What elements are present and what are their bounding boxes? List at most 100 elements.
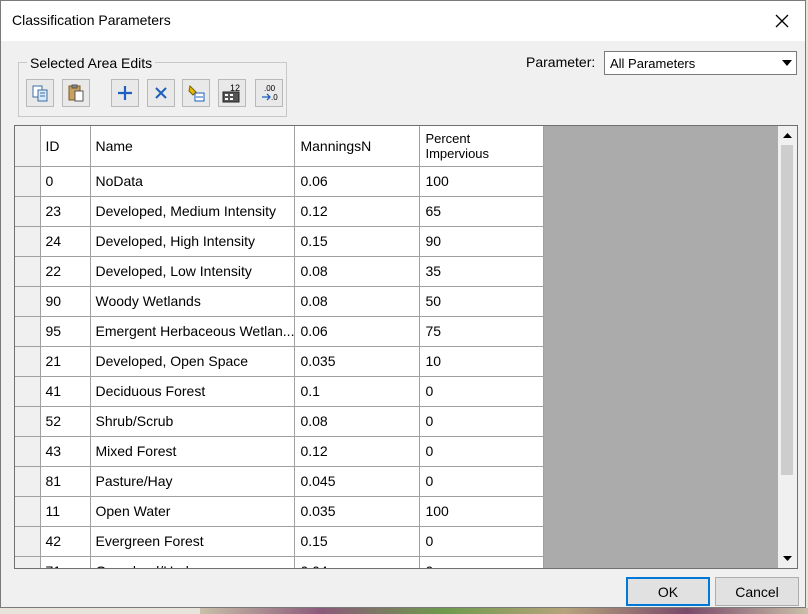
table-row[interactable]: 81 Pasture/Hay 0.045 0 — [15, 466, 545, 497]
scroll-down-button[interactable] — [778, 549, 797, 568]
cell-manningsn[interactable]: 0.08 — [294, 256, 421, 287]
cell-percent-impervious[interactable]: 65 — [419, 196, 545, 227]
column-header-manningsn[interactable]: ManningsN — [294, 126, 421, 167]
cell-manningsn[interactable]: 0.04 — [294, 556, 421, 568]
cell-name[interactable]: Woody Wetlands — [90, 286, 296, 317]
row-selector[interactable] — [15, 196, 41, 227]
add-row-button[interactable] — [111, 79, 139, 107]
cell-percent-impervious[interactable]: 0 — [419, 436, 545, 467]
cell-manningsn[interactable]: 0.08 — [294, 286, 421, 317]
cell-name[interactable]: NoData — [90, 166, 296, 197]
copy-button[interactable] — [26, 79, 54, 107]
cell-percent-impervious[interactable]: 35 — [419, 256, 545, 287]
scroll-thumb[interactable] — [781, 145, 793, 475]
row-selector[interactable] — [15, 466, 41, 497]
row-selector[interactable] — [15, 436, 41, 467]
cell-manningsn[interactable]: 0.15 — [294, 526, 421, 557]
cell-manningsn[interactable]: 0.045 — [294, 466, 421, 497]
column-header-name[interactable]: Name — [90, 126, 296, 167]
cell-manningsn[interactable]: 0.1 — [294, 376, 421, 407]
parameter-dropdown[interactable]: All Parameters — [604, 51, 797, 75]
cell-name[interactable]: Evergreen Forest — [90, 526, 296, 557]
cell-manningsn[interactable]: 0.06 — [294, 316, 421, 347]
cell-manningsn[interactable]: 0.12 — [294, 436, 421, 467]
cell-percent-impervious[interactable]: 0 — [419, 466, 545, 497]
table-row[interactable]: 11 Open Water 0.035 100 — [15, 496, 545, 527]
header-row-selector[interactable] — [15, 126, 41, 167]
cell-percent-impervious[interactable]: 0 — [419, 376, 545, 407]
cell-percent-impervious[interactable]: 50 — [419, 286, 545, 317]
table-row[interactable]: 22 Developed, Low Intensity 0.08 35 — [15, 256, 545, 287]
decimal-places-button[interactable]: .00 .0 — [255, 79, 283, 107]
table-row[interactable]: 24 Developed, High Intensity 0.15 90 — [15, 226, 545, 257]
cell-id[interactable]: 95 — [40, 316, 91, 347]
cell-id[interactable]: 42 — [40, 526, 91, 557]
cell-name[interactable]: Open Water — [90, 496, 296, 527]
row-selector[interactable] — [15, 346, 41, 377]
table-row[interactable]: 52 Shrub/Scrub 0.08 0 — [15, 406, 545, 437]
cell-manningsn[interactable]: 0.035 — [294, 346, 421, 377]
table-row[interactable]: 0 NoData 0.06 100 — [15, 166, 545, 197]
table-row[interactable]: 41 Deciduous Forest 0.1 0 — [15, 376, 545, 407]
row-selector[interactable] — [15, 166, 41, 197]
cell-percent-impervious[interactable]: 0 — [419, 526, 545, 557]
cell-percent-impervious[interactable]: 0 — [419, 556, 545, 568]
cell-percent-impervious[interactable]: 0 — [419, 406, 545, 437]
table-row[interactable]: 90 Woody Wetlands 0.08 50 — [15, 286, 545, 317]
title-bar[interactable]: Classification Parameters — [1, 1, 805, 41]
fill-values-button[interactable] — [182, 79, 210, 107]
cell-manningsn[interactable]: 0.12 — [294, 196, 421, 227]
row-selector[interactable] — [15, 286, 41, 317]
column-header-id[interactable]: ID — [40, 126, 91, 167]
vertical-scrollbar[interactable] — [778, 126, 797, 568]
table-row[interactable]: 21 Developed, Open Space 0.035 10 — [15, 346, 545, 377]
table-row[interactable]: 95 Emergent Herbaceous Wetlan... 0.06 75 — [15, 316, 545, 347]
cell-id[interactable]: 22 — [40, 256, 91, 287]
cell-id[interactable]: 52 — [40, 406, 91, 437]
cell-name[interactable]: Mixed Forest — [90, 436, 296, 467]
table-row[interactable]: 42 Evergreen Forest 0.15 0 — [15, 526, 545, 557]
ok-button[interactable]: OK — [626, 577, 710, 606]
cell-id[interactable]: 81 — [40, 466, 91, 497]
cell-manningsn[interactable]: 0.035 — [294, 496, 421, 527]
cell-name[interactable]: Developed, Open Space — [90, 346, 296, 377]
row-selector[interactable] — [15, 376, 41, 407]
cell-manningsn[interactable]: 0.08 — [294, 406, 421, 437]
cell-id[interactable]: 41 — [40, 376, 91, 407]
row-selector[interactable] — [15, 226, 41, 257]
calculator-button[interactable]: 12 — [218, 79, 246, 107]
delete-row-button[interactable] — [147, 79, 175, 107]
cell-percent-impervious[interactable]: 90 — [419, 226, 545, 257]
cancel-button[interactable]: Cancel — [715, 577, 799, 606]
close-button[interactable] — [759, 1, 805, 41]
cell-id[interactable]: 21 — [40, 346, 91, 377]
cell-name[interactable]: Shrub/Scrub — [90, 406, 296, 437]
cell-name[interactable]: Grassland/Herbaceous — [90, 556, 296, 568]
cell-percent-impervious[interactable]: 10 — [419, 346, 545, 377]
cell-id[interactable]: 90 — [40, 286, 91, 317]
cell-percent-impervious[interactable]: 100 — [419, 496, 545, 527]
row-selector[interactable] — [15, 316, 41, 347]
cell-name[interactable]: Developed, Medium Intensity — [90, 196, 296, 227]
cell-name[interactable]: Developed, High Intensity — [90, 226, 296, 257]
cell-id[interactable]: 24 — [40, 226, 91, 257]
cell-name[interactable]: Deciduous Forest — [90, 376, 296, 407]
cell-id[interactable]: 0 — [40, 166, 91, 197]
row-selector[interactable] — [15, 526, 41, 557]
row-selector[interactable] — [15, 406, 41, 437]
row-selector[interactable] — [15, 496, 41, 527]
row-selector[interactable] — [15, 556, 41, 568]
table-row[interactable]: 23 Developed, Medium Intensity 0.12 65 — [15, 196, 545, 227]
cell-manningsn[interactable]: 0.15 — [294, 226, 421, 257]
cell-id[interactable]: 71 — [40, 556, 91, 568]
cell-id[interactable]: 23 — [40, 196, 91, 227]
cell-manningsn[interactable]: 0.06 — [294, 166, 421, 197]
paste-button[interactable] — [62, 79, 90, 107]
cell-id[interactable]: 11 — [40, 496, 91, 527]
cell-name[interactable]: Developed, Low Intensity — [90, 256, 296, 287]
cell-name[interactable]: Emergent Herbaceous Wetlan... — [90, 316, 296, 347]
cell-percent-impervious[interactable]: 75 — [419, 316, 545, 347]
cell-percent-impervious[interactable]: 100 — [419, 166, 545, 197]
cell-name[interactable]: Pasture/Hay — [90, 466, 296, 497]
table-row[interactable]: 71Grassland/Herbaceous0.040 — [15, 556, 545, 568]
